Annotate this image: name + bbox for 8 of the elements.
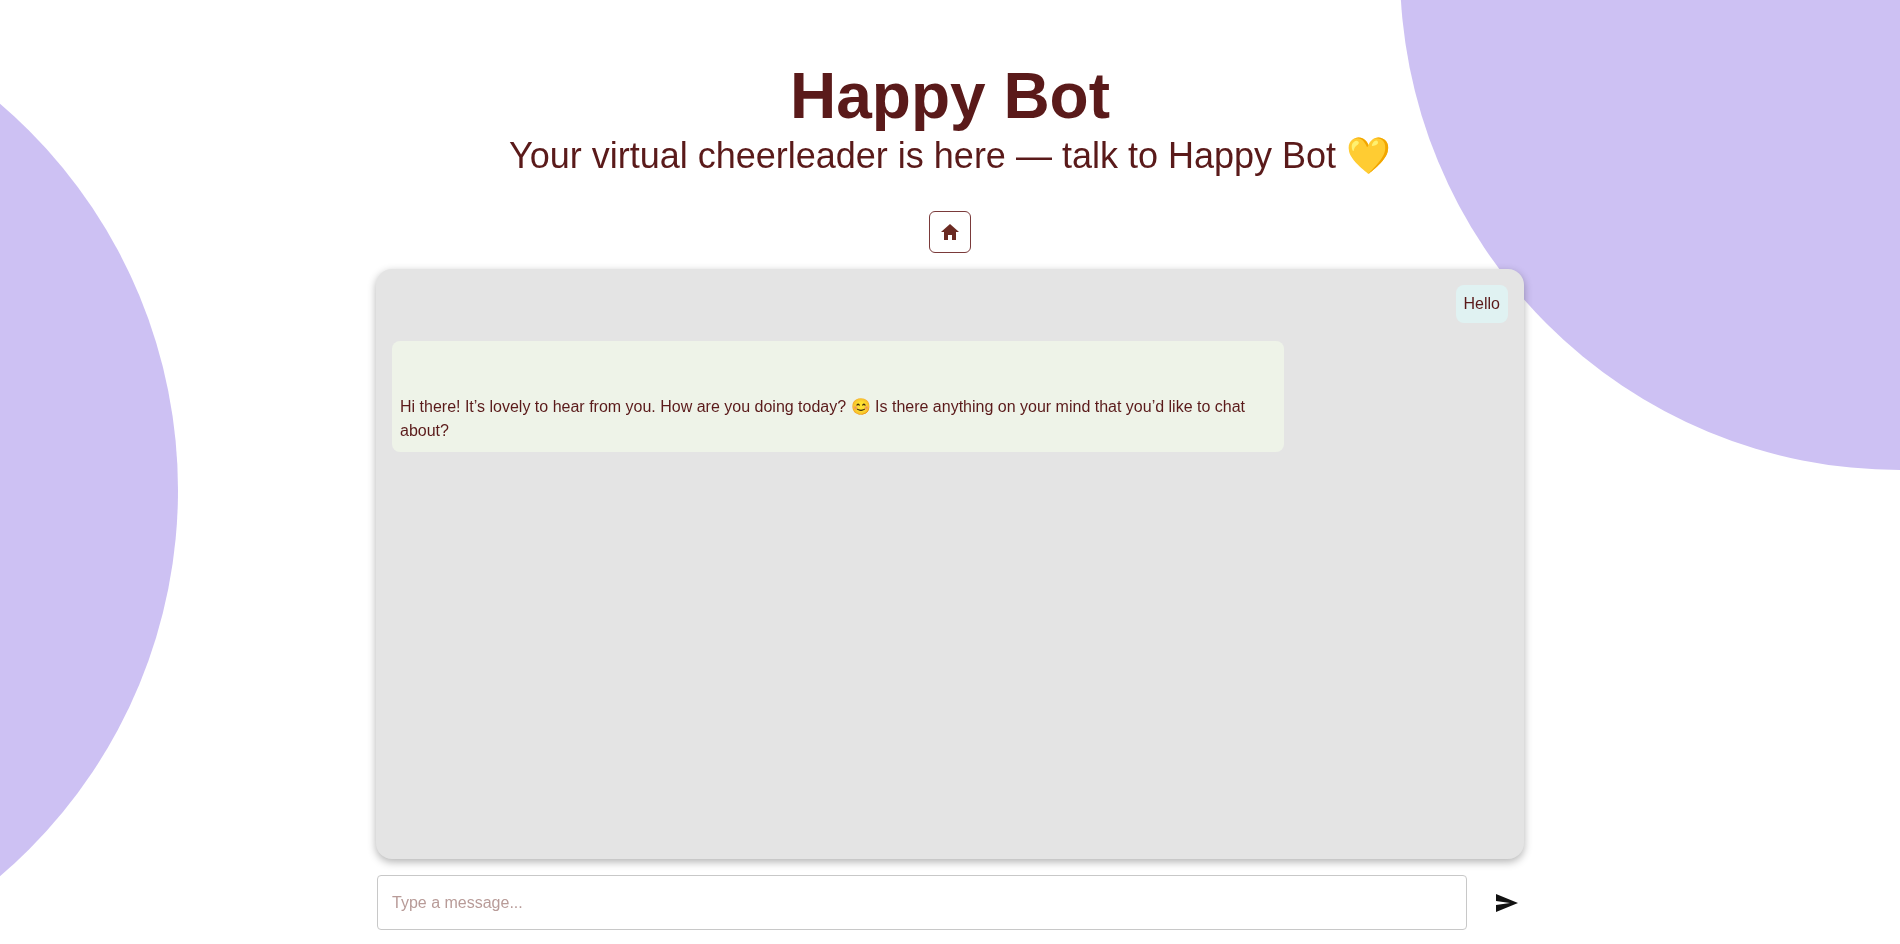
message-input[interactable]: Type a message... bbox=[377, 875, 1467, 930]
bot-message: Hi there! It’s lovely to hear from you. How are you doing today? 😊 Is there anything on your mind that you’d like to chat about? bbox=[392, 341, 1284, 452]
user-message: Hello bbox=[1455, 285, 1508, 323]
home-icon bbox=[940, 223, 960, 241]
app-subtitle: Your virtual cheerleader is here — talk to Happy Bot 💛 bbox=[508, 134, 1392, 178]
send-icon bbox=[1496, 893, 1518, 912]
home-button[interactable] bbox=[929, 211, 971, 253]
app-title: Happy Bot bbox=[790, 59, 1110, 134]
